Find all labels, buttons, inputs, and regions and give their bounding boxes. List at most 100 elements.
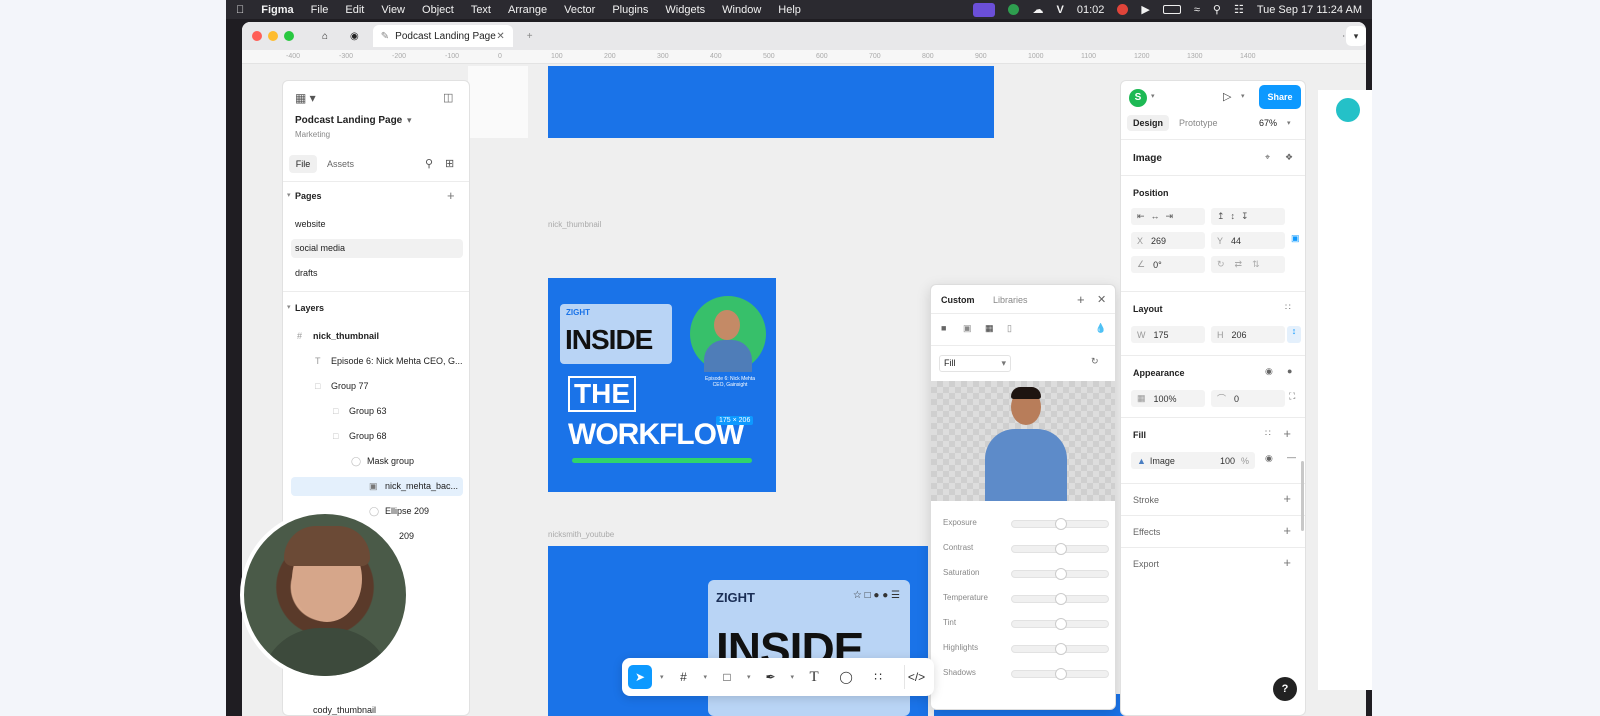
menu-object[interactable]: Object <box>422 4 454 16</box>
layer-ellipse-209[interactable]: Ellipse 209 <box>385 506 429 516</box>
layer-209[interactable]: 209 <box>399 531 414 541</box>
new-tab-icon[interactable]: + <box>519 25 541 47</box>
tab-prototype[interactable]: Prototype <box>1179 118 1218 128</box>
panel-scrollbar[interactable] <box>1301 461 1304 531</box>
zoom-chevron-icon[interactable]: ▾ <box>1287 119 1291 127</box>
slider-knob[interactable] <box>1055 518 1067 530</box>
auto-layout-icon[interactable]: ∷ <box>1285 302 1291 313</box>
control-center-icon[interactable]: ☷ <box>1234 3 1244 16</box>
pen-chevron-icon[interactable]: ▾ <box>791 673 795 681</box>
add-page-icon[interactable]: + <box>447 188 455 203</box>
slider-knob[interactable] <box>1055 543 1067 555</box>
image-preview[interactable] <box>931 381 1115 501</box>
slider-knob[interactable] <box>1055 593 1067 605</box>
constraints-icon[interactable]: ▣ <box>1291 233 1300 244</box>
y-field[interactable]: Y 44 <box>1211 232 1285 249</box>
menu-app-name[interactable]: Figma <box>261 4 293 16</box>
layer-nick-mehta-bg[interactable]: nick_mehta_bac... <box>385 481 458 491</box>
layer-nick-thumbnail[interactable]: nick_thumbnail <box>313 331 379 341</box>
zoom-level[interactable]: 67% <box>1259 118 1277 128</box>
slider-track[interactable] <box>1011 643 1109 655</box>
blend-drop-icon[interactable]: ● <box>1287 366 1292 376</box>
search-layers-icon[interactable]: ⚲ <box>425 157 433 170</box>
menu-help[interactable]: Help <box>778 4 801 16</box>
dev-mode-icon[interactable]: </> <box>904 665 928 689</box>
slider-knob[interactable] <box>1055 668 1067 680</box>
layers-chevron-icon[interactable]: ▾ <box>287 303 291 311</box>
slider-track[interactable] <box>1011 593 1109 605</box>
picker-close-icon[interactable]: ✕ <box>1097 293 1106 306</box>
slider-knob[interactable] <box>1055 618 1067 630</box>
height-field[interactable]: H 206 <box>1211 326 1285 343</box>
search-icon[interactable]: ⚲ <box>1213 3 1221 16</box>
layer-group-77[interactable]: Group 77 <box>331 381 369 391</box>
layer-group-63[interactable]: Group 63 <box>349 406 387 416</box>
remove-fill-icon[interactable]: — <box>1287 452 1296 462</box>
user-avatar[interactable]: S <box>1129 89 1147 107</box>
slider-track[interactable] <box>1011 568 1109 580</box>
tab-assets[interactable]: Assets <box>327 159 354 169</box>
add-fill-icon[interactable]: + <box>1283 426 1291 441</box>
guest-avatar-circle[interactable] <box>690 296 766 372</box>
fill-styles-icon[interactable]: ∷ <box>1265 428 1271 439</box>
file-chevron-icon[interactable]: ▾ <box>407 115 412 126</box>
image-fill-icon[interactable]: ▦ <box>985 323 994 334</box>
align-horizontal-group[interactable]: ⇤↔⇥ <box>1131 208 1205 225</box>
file-name[interactable]: Podcast Landing Page <box>295 115 402 126</box>
vivaldi-icon[interactable]: V <box>1056 4 1063 16</box>
screen-record-icon[interactable] <box>973 2 996 17</box>
cloud-icon[interactable]: ☁ <box>1032 3 1043 16</box>
close-window-button[interactable] <box>252 31 262 41</box>
nick-thumbnail-frame[interactable]: ZIGHT INSIDE THE WORKFLOW Episode 6: Nic… <box>548 278 776 492</box>
status-icon-green[interactable] <box>1008 4 1020 15</box>
layer-group-68[interactable]: Group 68 <box>349 431 387 441</box>
menu-text[interactable]: Text <box>471 4 491 16</box>
image-fill-row[interactable]: ▲ Image 100 % <box>1131 452 1255 469</box>
slider-track[interactable] <box>1011 668 1109 680</box>
frame-tool-icon[interactable]: # <box>672 665 696 689</box>
fill-mode-select[interactable]: Fill ▾ <box>939 355 1011 372</box>
slider-knob[interactable] <box>1055 568 1067 580</box>
slider-knob[interactable] <box>1055 643 1067 655</box>
opacity-field[interactable]: ▦ 100% <box>1131 390 1205 407</box>
fill-visibility-eye-icon[interactable]: ◉ <box>1265 453 1273 464</box>
add-export-icon[interactable]: + <box>1283 555 1291 570</box>
globe-icon[interactable]: ◉ <box>342 25 367 47</box>
home-icon[interactable]: ⌂ <box>314 25 336 47</box>
add-effect-icon[interactable]: + <box>1283 523 1291 538</box>
tab-podcast-landing-page[interactable]: ✎ Podcast Landing Page ✕ <box>372 25 513 47</box>
wifi-icon[interactable]: ≈ <box>1194 4 1200 16</box>
layer-cody-thumbnail[interactable]: cody_thumbnail <box>313 705 376 715</box>
x-field[interactable]: X 269 <box>1131 232 1205 249</box>
record-stop-icon[interactable] <box>1117 4 1129 15</box>
solid-fill-icon[interactable]: ■ <box>941 323 946 333</box>
page-website[interactable]: website <box>295 219 326 229</box>
play-icon[interactable]: ▶ <box>1141 3 1149 16</box>
frame-label-nicksmith-youtube[interactable]: nicksmith_youtube <box>548 530 614 539</box>
frame-chevron-icon[interactable]: ▾ <box>704 673 708 681</box>
zoom-window-button[interactable] <box>284 31 294 41</box>
picker-add-icon[interactable]: + <box>1077 292 1085 307</box>
flip-rotate-group[interactable]: ↻⇄⇅ <box>1211 256 1285 273</box>
text-tool-icon[interactable]: T <box>802 665 826 689</box>
picker-tab-libraries[interactable]: Libraries <box>993 295 1028 305</box>
page-social-media[interactable]: social media <box>295 243 345 253</box>
menu-widgets[interactable]: Widgets <box>665 4 705 16</box>
layer-episode-text[interactable]: Episode 6: Nick Mehta CEO, G... <box>331 356 463 366</box>
gradient-fill-icon[interactable]: ▣ <box>963 323 972 334</box>
crop-icon[interactable]: ⌖ <box>1265 152 1270 163</box>
menu-window[interactable]: Window <box>722 4 761 16</box>
shape-chevron-icon[interactable]: ▾ <box>747 673 751 681</box>
pages-chevron-icon[interactable]: ▾ <box>287 191 291 199</box>
yt-star-icon[interactable]: ☆ □ ● ● ☰ <box>853 590 900 601</box>
help-button[interactable]: ? <box>1273 677 1297 701</box>
zight-card[interactable]: ZIGHT INSIDE <box>560 304 672 364</box>
rectangle-tool-icon[interactable]: □ <box>715 665 739 689</box>
menu-vector[interactable]: Vector <box>564 4 595 16</box>
add-stroke-icon[interactable]: + <box>1283 491 1291 506</box>
webcam-bubble[interactable] <box>240 510 410 680</box>
move-tool-icon[interactable]: ➤ <box>628 665 652 689</box>
video-fill-icon[interactable]: ▯ <box>1007 323 1012 334</box>
figma-logo-icon[interactable]: ▦ ▾ <box>295 91 316 105</box>
picker-tab-custom[interactable]: Custom <box>941 295 975 305</box>
